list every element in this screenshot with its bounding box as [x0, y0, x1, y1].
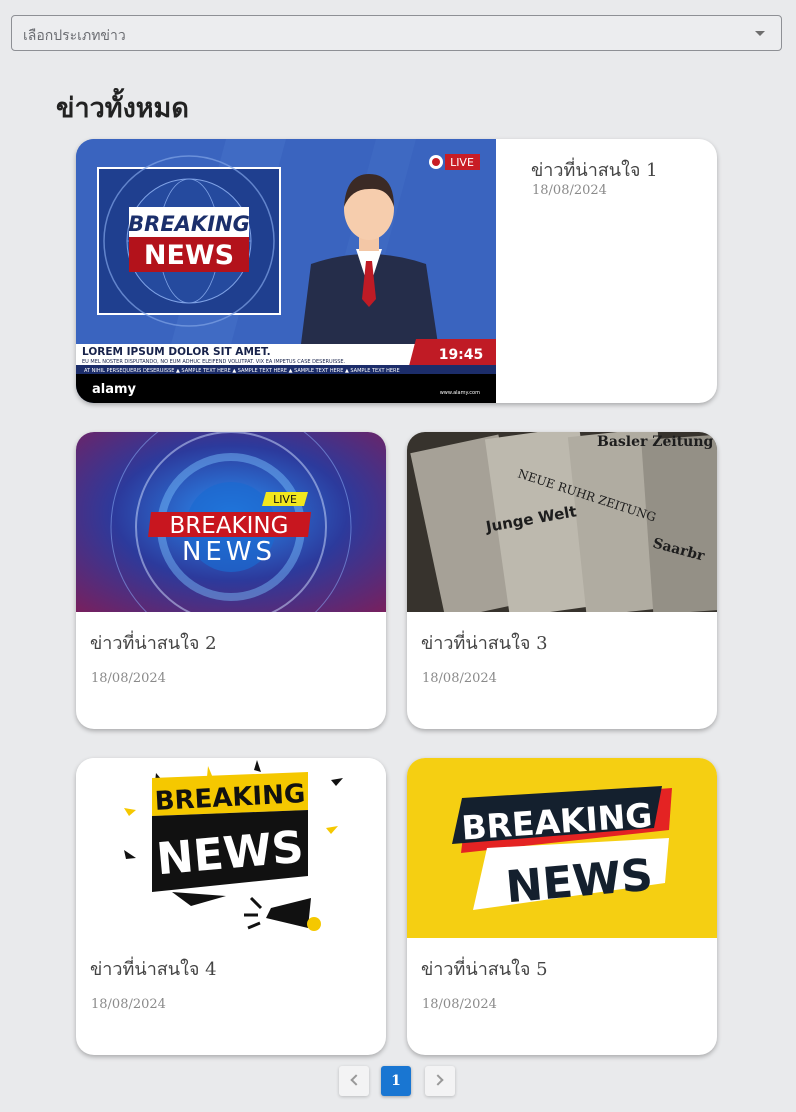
news-category-placeholder: เลือกประเภทข่าว [23, 28, 126, 44]
img1-url-text: www.alamy.com [440, 390, 480, 396]
chevron-left-icon [350, 1074, 362, 1086]
img2-news-text: NEWS [182, 537, 276, 567]
news-card[interactable]: BREAKING NEWS ข่าวที่น่าสนใจ 5 18/08/202… [407, 758, 717, 1055]
img1-ticker-sub: EU MEL NOSTER DISPUTANDO, NO EUM ADHUC E… [82, 359, 346, 365]
news-title[interactable]: ข่าวที่น่าสนใจ 2 [90, 628, 217, 657]
news-image-2: BREAKING LIVE NEWS [76, 432, 386, 612]
news-card[interactable]: Basler Zeitung NEUE RUHR ZEITUNG Junge W… [407, 432, 717, 729]
img1-news-text: NEWS [144, 240, 234, 271]
news-title[interactable]: ข่าวที่น่าสนใจ 3 [421, 628, 548, 657]
img2-breaking-text: BREAKING [170, 513, 289, 539]
news-image-5: BREAKING NEWS [407, 758, 717, 938]
news-date: 18/08/2024 [532, 183, 607, 198]
next-page-button[interactable] [425, 1066, 455, 1096]
news-date: 18/08/2024 [422, 997, 497, 1012]
img1-breaking-text: BREAKING [128, 212, 250, 236]
previous-page-button[interactable] [339, 1066, 369, 1096]
dropdown-arrow-icon[interactable] [755, 31, 765, 36]
page-1-button[interactable]: 1 [381, 1066, 411, 1096]
news-title[interactable]: ข่าวที่น่าสนใจ 5 [421, 954, 548, 983]
news-image-3: Basler Zeitung NEUE RUHR ZEITUNG Junge W… [407, 432, 717, 612]
news-card[interactable]: BREAKING NEWS ข่าวที่น่าสนใจ 4 18/08/202… [76, 758, 386, 1055]
img2-live-text: LIVE [273, 493, 297, 506]
news-date: 18/08/2024 [422, 671, 497, 686]
img1-live-text: LIVE [450, 156, 474, 169]
img1-crawl-text: AT NIHIL PERSEQUERIS DESERUISSE ▲ SAMPLE… [84, 368, 400, 374]
news-date: 18/08/2024 [91, 997, 166, 1012]
news-title[interactable]: ข่าวที่น่าสนใจ 1 [531, 155, 658, 184]
chevron-right-icon [432, 1074, 444, 1086]
img1-brand-text: alamy [92, 382, 137, 397]
img1-time-text: 19:45 [439, 347, 484, 363]
news-image-4: BREAKING NEWS [76, 758, 386, 938]
page-title: ข่าวทั้งหมด [56, 93, 189, 124]
news-category-select[interactable]: เลือกประเภทข่าว [11, 15, 782, 51]
news-image-1: BREAKING NEWS LIVE LOREM IPSUM DOLOR SIT… [76, 139, 496, 403]
news-card[interactable]: BREAKING LIVE NEWS ข่าวที่น่าสนใจ 2 18/0… [76, 432, 386, 729]
news-date: 18/08/2024 [91, 671, 166, 686]
img1-ticker-title: LOREM IPSUM DOLOR SIT AMET. [82, 346, 271, 358]
news-card-featured[interactable]: BREAKING NEWS LIVE LOREM IPSUM DOLOR SIT… [76, 139, 717, 403]
news-title[interactable]: ข่าวที่น่าสนใจ 4 [90, 954, 217, 983]
